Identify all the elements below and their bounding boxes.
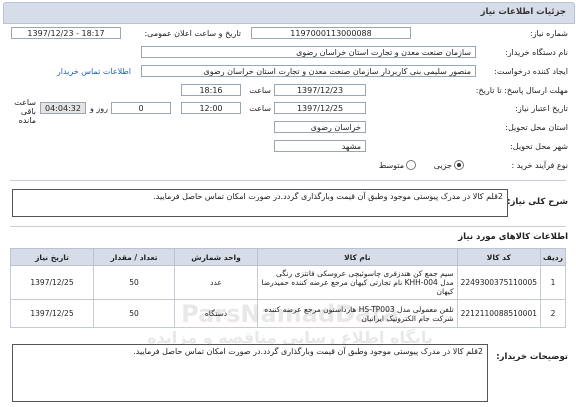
cell-code: 2249300375110005 — [456, 265, 542, 300]
col-qty: تعداد / مقدار — [93, 248, 175, 266]
send-time-label: ساعت — [249, 86, 271, 95]
validity-label: تاریخ اعتبار نیاز: — [515, 104, 568, 113]
cell-unit: عدد — [174, 265, 258, 300]
creator-field[interactable]: منصور سلیمی بنی کاربردار سازمان صنعت معد… — [141, 65, 476, 77]
validity-date-field[interactable]: 1397/12/25 — [274, 102, 366, 114]
announce-field[interactable]: 1397/12/23 - 18:17 — [11, 27, 121, 39]
col-unit: واحد شمارش — [174, 248, 258, 266]
cell-name: سیم جمع کن هندزفری چاسوئیچی عروسکی فانتز… — [257, 265, 458, 300]
cell-unit: دستگاه — [174, 299, 258, 328]
buyer-org-field[interactable]: سازمان صنعت معدن و تجارت استان خراسان رض… — [141, 46, 476, 58]
summary-text: 2قلم کالا در مدرک پیوستی موجود وطبق آن ق… — [12, 189, 508, 217]
validity-time-field[interactable]: 12:00 — [181, 102, 241, 114]
buyer-org-label: نام دستگاه خریدار: — [505, 48, 568, 57]
cell-qty: 50 — [93, 299, 175, 328]
purchase-type-label: نوع فرآیند خرید : — [511, 161, 568, 170]
remaining-time-field: 04:04:32 — [40, 102, 86, 114]
table-row[interactable]: 1 2249300375110005 سیم جمع کن هندزفری چا… — [10, 265, 566, 300]
send-time-field[interactable]: 18:16 — [181, 84, 241, 96]
city-label: شهر محل تحویل: — [510, 142, 568, 151]
divider — [10, 226, 566, 227]
validity-time-label: ساعت — [249, 104, 271, 113]
province-label: استان محل تحویل: — [505, 123, 568, 132]
need-number-field[interactable]: 1197000113000088 — [251, 27, 411, 39]
purchase-type-radio-medium[interactable] — [406, 160, 416, 170]
announce-label: تاریخ و ساعت اعلان عمومی: — [144, 29, 241, 38]
divider — [10, 180, 566, 181]
col-name: نام کالا — [257, 248, 458, 266]
city-field[interactable]: مشهد — [274, 140, 366, 152]
purchase-type-radio-minor[interactable] — [454, 160, 464, 170]
cell-name: تلفن معمولی مدل HS-TP003 هارداستون مرجع … — [257, 299, 458, 328]
need-number-label: شماره نیاز: — [530, 29, 568, 38]
summary-label: شرح کلی نیاز: — [507, 197, 568, 207]
goods-section-title: اطلاعات کالاهای مورد نیاز — [458, 232, 568, 242]
goods-table-header: ردیف کد کالا نام کالا واحد شمارش تعداد /… — [10, 248, 566, 266]
buyer-notes-text: 2قلم کالا در مدرک پیوستی موجود وطبق آن ق… — [12, 344, 488, 402]
province-field[interactable]: خراسان رضوی — [274, 121, 366, 133]
cell-date: 1397/12/25 — [10, 265, 94, 300]
table-row[interactable]: 2 2212110088510001 تلفن معمولی مدل HS-TP… — [10, 299, 566, 328]
creator-label: ایجاد کننده درخواست: — [494, 67, 568, 76]
col-date: تاریخ نیاز — [10, 248, 94, 266]
purchase-type-option-medium: متوسط — [378, 161, 404, 170]
send-deadline-label: مهلت ارسال پاسخ: تا تاریخ: — [475, 86, 568, 95]
cell-qty: 50 — [93, 265, 175, 300]
buyer-contact-link[interactable]: اطلاعات تماس خریدار — [57, 67, 131, 76]
col-row: ردیف — [540, 248, 566, 266]
goods-table: ردیف کد کالا نام کالا واحد شمارش تعداد /… — [10, 248, 566, 328]
cell-date: 1397/12/25 — [10, 299, 94, 328]
remaining-label: ساعت باقی مانده — [14, 98, 36, 125]
cell-code: 2212110088510001 — [456, 299, 542, 328]
col-code: کد کالا — [456, 248, 542, 266]
buyer-notes-label: توضیحات خریدار: — [496, 352, 568, 362]
page-title: جزئیات اطلاعات نیاز — [480, 7, 566, 17]
page-header: جزئیات اطلاعات نیاز — [3, 2, 575, 24]
days-field[interactable]: 0 — [111, 102, 171, 114]
send-date-field[interactable]: 1397/12/23 — [274, 84, 366, 96]
cell-row: 2 — [540, 299, 566, 328]
purchase-type-option-minor: جزیی — [433, 161, 452, 170]
cell-row: 1 — [540, 265, 566, 300]
day-and-label: روز و — [90, 104, 108, 113]
